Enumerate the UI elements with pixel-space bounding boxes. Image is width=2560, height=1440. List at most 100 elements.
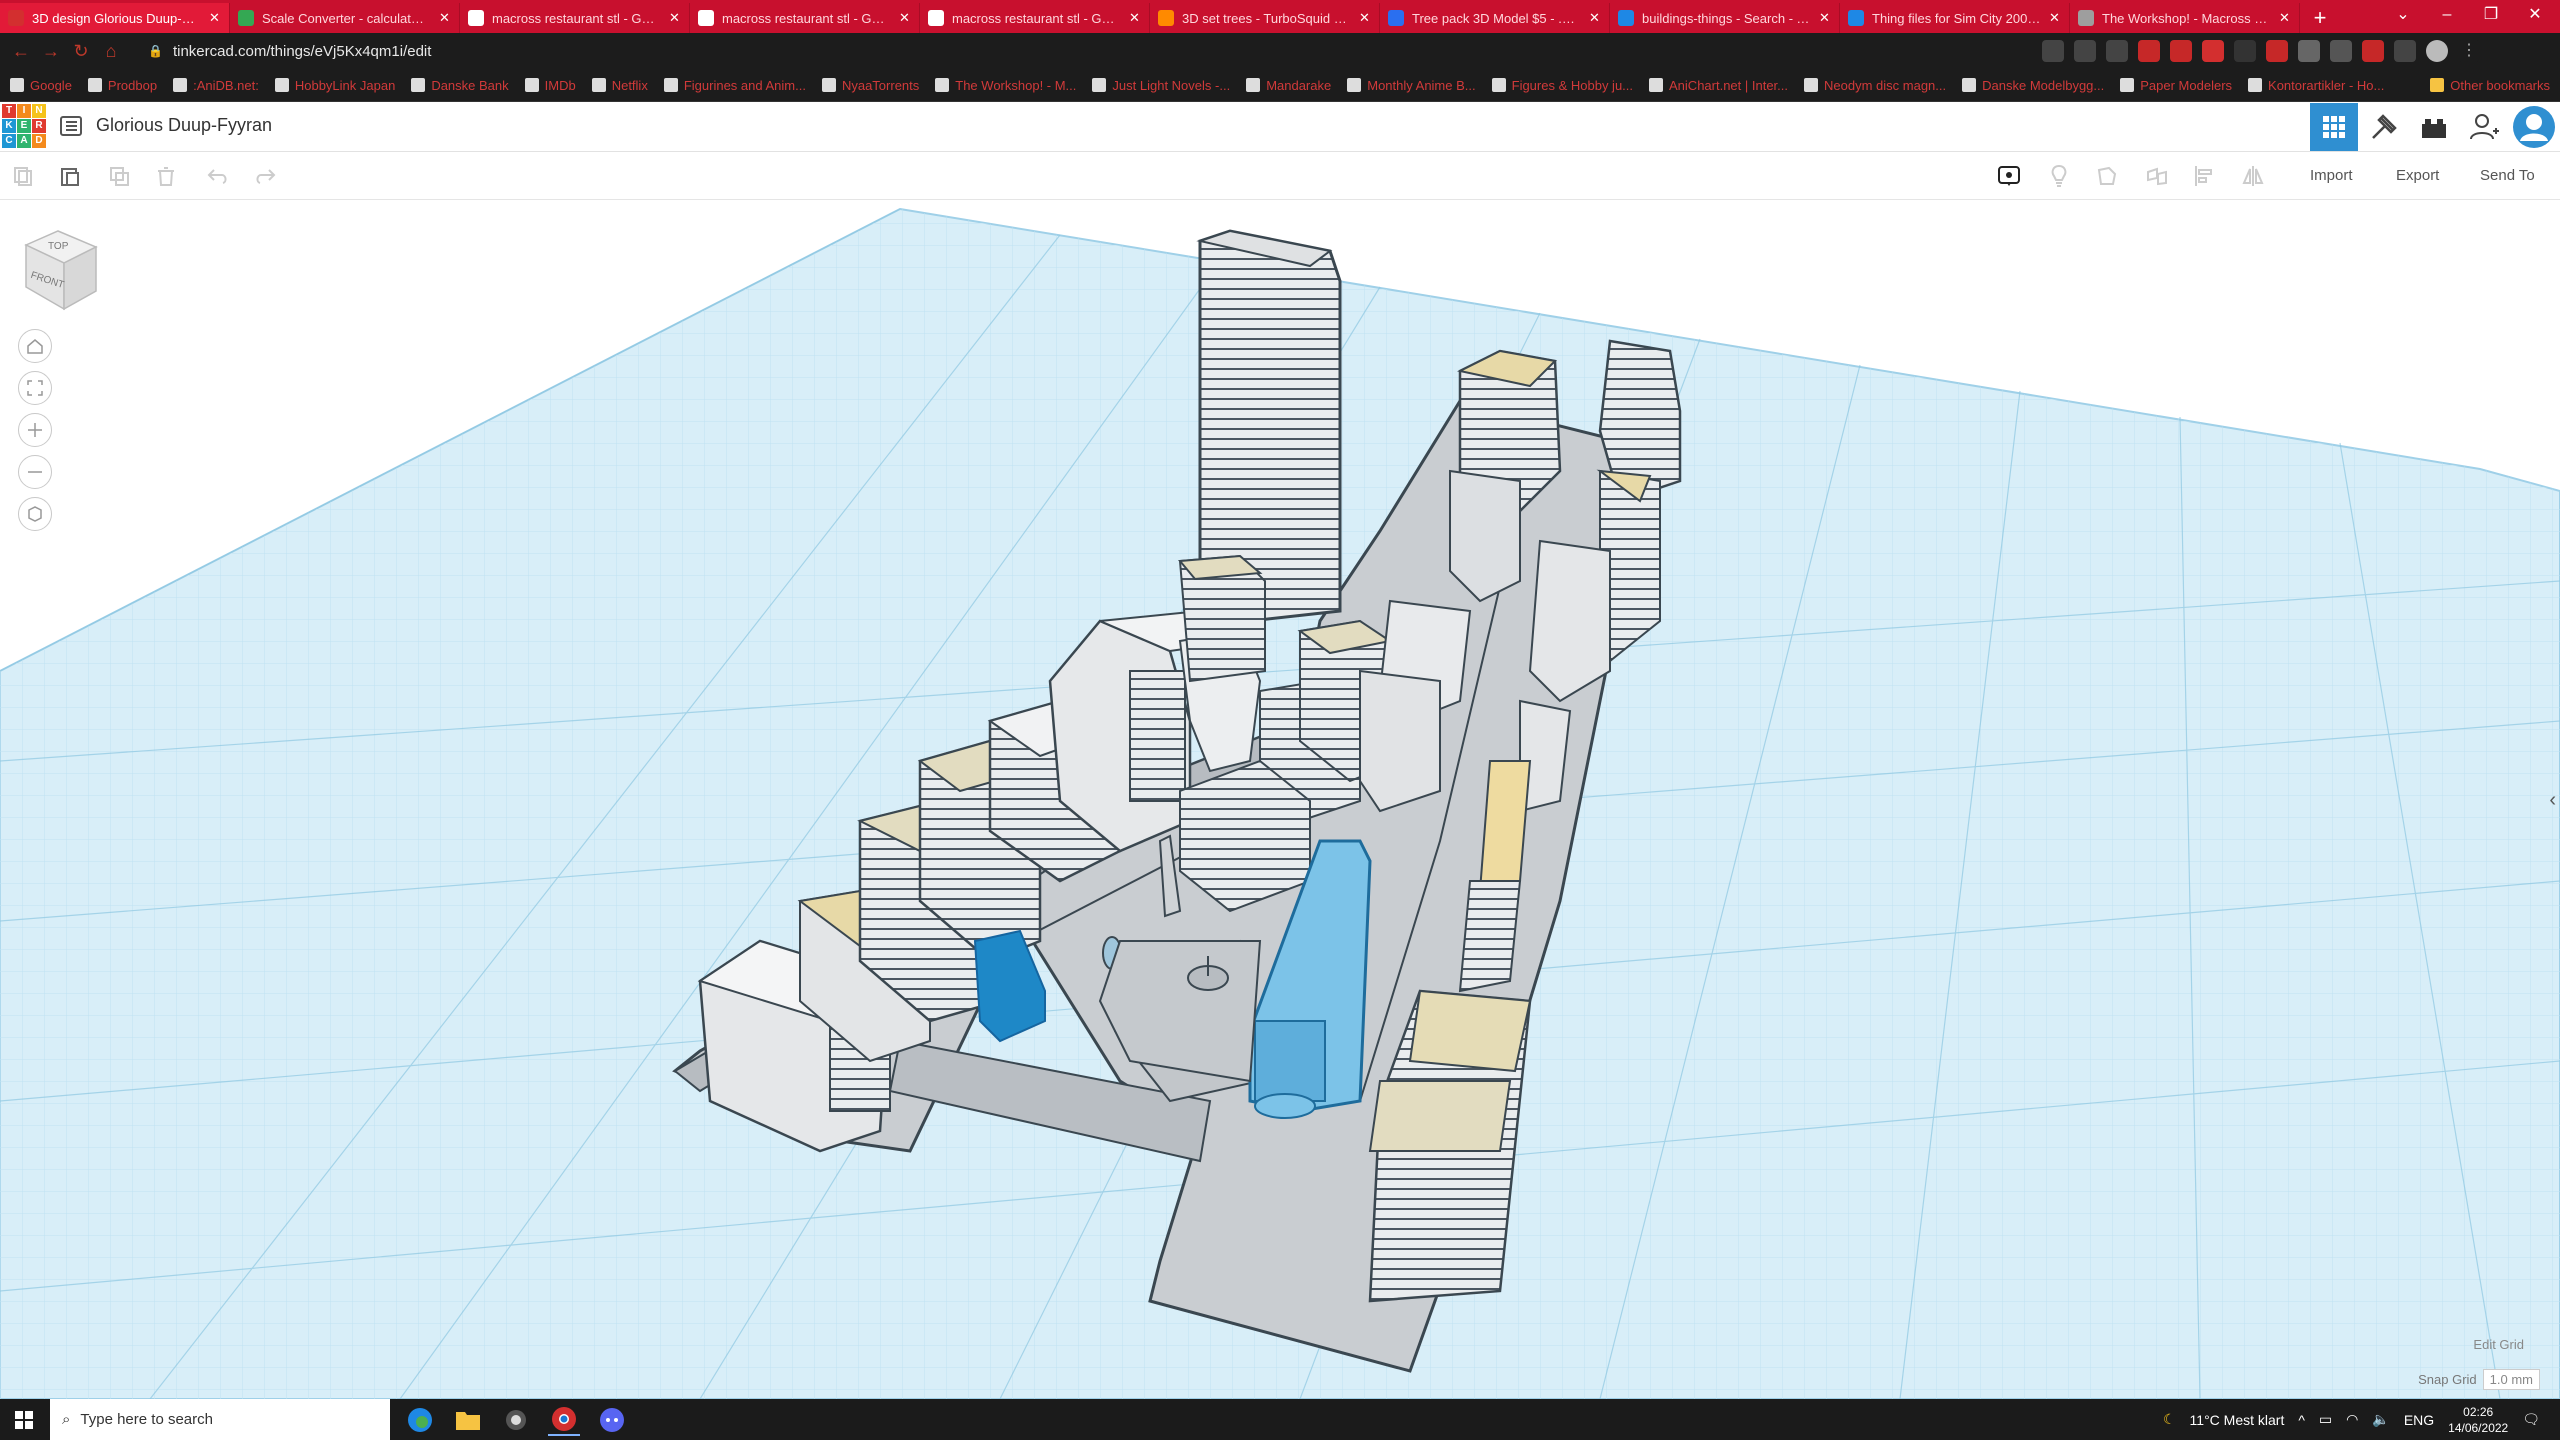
build-hammer-icon[interactable] <box>2360 103 2408 151</box>
grid-view-icon[interactable] <box>2310 103 2358 151</box>
design-menu-icon[interactable] <box>60 116 82 141</box>
copy-icon[interactable] <box>8 162 38 190</box>
bookmark-item[interactable]: :AniDB.net: <box>173 78 259 93</box>
bookmark-item[interactable]: Netflix <box>591 78 648 93</box>
url-field[interactable]: 🔒 tinkercad.com/things/eVj5Kx4qm1i/edit <box>138 37 2018 65</box>
forward-icon[interactable]: → <box>36 41 66 62</box>
send-to-button[interactable]: Send To <box>2470 162 2545 190</box>
weather-text[interactable]: 11°C Mest klart <box>2190 1412 2285 1428</box>
workplane-viewport[interactable]: TOP FRONT ‹ Edit Grid Snap Grid 1.0 mm <box>0 201 2560 1399</box>
mirror-icon[interactable] <box>2238 162 2268 190</box>
add-user-icon[interactable] <box>2460 103 2508 151</box>
notifications-icon[interactable]: 🗨 <box>2522 1411 2540 1428</box>
profile-avatar[interactable] <box>2426 40 2448 62</box>
tab-search-icon[interactable]: ⌄ <box>2380 0 2426 33</box>
browser-tab[interactable]: macross restaurant stl - Google ✕ <box>460 3 690 33</box>
redo-icon[interactable] <box>250 162 280 190</box>
tab-close-icon[interactable]: ✕ <box>1819 10 1831 26</box>
volume-icon[interactable]: 🔈 <box>2372 1411 2389 1428</box>
paste-icon[interactable] <box>55 162 85 190</box>
bookmark-item[interactable]: Kontorartikler - Ho... <box>2248 78 2384 93</box>
bookmark-item[interactable]: Monthly Anime B... <box>1347 78 1476 93</box>
share-icon[interactable] <box>2074 40 2096 62</box>
light-bulb-icon[interactable] <box>2044 162 2074 190</box>
weather-moon-icon[interactable]: ☾ <box>2163 1411 2176 1428</box>
fit-view-icon[interactable] <box>18 371 52 405</box>
design-title[interactable]: Glorious Duup-Fyyran <box>96 115 272 136</box>
delete-icon[interactable] <box>151 162 181 190</box>
tab-close-icon[interactable]: ✕ <box>1359 10 1371 26</box>
clock[interactable]: 02:26 14/06/2022 <box>2448 1404 2508 1436</box>
bookmark-item[interactable]: AniChart.net | Inter... <box>1649 78 1788 93</box>
extension-icon[interactable] <box>2234 40 2256 62</box>
export-button[interactable]: Export <box>2386 162 2449 190</box>
browser-tab[interactable]: macross restaurant stl - Google ✕ <box>690 3 920 33</box>
browser-tab[interactable]: The Workshop! - Macross Wor ✕ <box>2070 3 2300 33</box>
restore-button[interactable]: ❐ <box>2468 0 2514 33</box>
zoom-out-icon[interactable] <box>18 455 52 489</box>
tab-close-icon[interactable]: ✕ <box>1129 10 1141 26</box>
bookmark-item[interactable]: Danske Modelbygg... <box>1962 78 2104 93</box>
user-avatar[interactable] <box>2510 103 2558 151</box>
tinkercad-logo[interactable]: TIN KER CAD <box>2 104 46 148</box>
browser-tab[interactable]: Tree pack 3D Model $5 - .blend ✕ <box>1380 3 1610 33</box>
browser-tab[interactable]: 3D set trees - TurboSquid 149 ✕ <box>1150 3 1380 33</box>
duplicate-icon[interactable] <box>104 162 134 190</box>
file-explorer-icon[interactable] <box>452 1404 484 1436</box>
sidebar-icon[interactable] <box>2394 40 2416 62</box>
edit-grid-button[interactable]: Edit Grid <box>2473 1337 2524 1352</box>
snap-grid-select[interactable]: 1.0 mm <box>2482 1369 2540 1390</box>
extension-icon[interactable] <box>2170 40 2192 62</box>
extension-icon[interactable] <box>2266 40 2288 62</box>
browser-tab[interactable]: buildings-things - Search - Thi ✕ <box>1610 3 1840 33</box>
network-icon[interactable]: ▭ <box>2319 1411 2332 1428</box>
minimize-button[interactable]: – <box>2424 0 2470 33</box>
bookmark-item[interactable]: Mandarake <box>1246 78 1331 93</box>
tab-close-icon[interactable]: ✕ <box>899 10 911 26</box>
home-view-icon[interactable] <box>18 329 52 363</box>
import-button[interactable]: Import <box>2300 162 2363 190</box>
extension-icon[interactable] <box>2298 40 2320 62</box>
edge-icon[interactable] <box>404 1404 436 1436</box>
close-window-button[interactable]: ✕ <box>2512 0 2558 33</box>
notes-icon[interactable] <box>1994 162 2024 190</box>
home-icon[interactable]: ⌂ <box>96 41 126 62</box>
reload-icon[interactable]: ↻ <box>66 41 96 62</box>
extension-icon[interactable] <box>2138 40 2160 62</box>
collapse-panel-icon[interactable]: ‹ <box>2549 789 2556 812</box>
wifi-icon[interactable]: ◠ <box>2346 1411 2358 1428</box>
workplane-scene[interactable] <box>0 201 2560 1399</box>
ungroup-icon[interactable] <box>2142 162 2172 190</box>
start-windows-icon[interactable] <box>8 1404 40 1436</box>
tab-close-icon[interactable]: ✕ <box>209 10 221 26</box>
bookmark-item[interactable]: Neodym disc magn... <box>1804 78 1946 93</box>
bookmark-item[interactable]: Google <box>10 78 72 93</box>
tab-close-icon[interactable]: ✕ <box>2049 10 2061 26</box>
other-bookmarks-folder[interactable]: Other bookmarks <box>2430 78 2550 93</box>
bookmark-item[interactable]: The Workshop! - M... <box>935 78 1076 93</box>
app-icon[interactable] <box>500 1404 532 1436</box>
bookmark-item[interactable]: IMDb <box>524 78 576 93</box>
adblock-icon[interactable] <box>2202 40 2224 62</box>
perspective-icon[interactable] <box>18 497 52 531</box>
group-icon[interactable] <box>2092 162 2122 190</box>
tab-close-icon[interactable]: ✕ <box>669 10 681 26</box>
chrome-icon[interactable] <box>548 1404 580 1436</box>
tab-close-icon[interactable]: ✕ <box>1589 10 1601 26</box>
undo-icon[interactable] <box>203 162 233 190</box>
bookmark-item[interactable]: Danske Bank <box>411 78 509 93</box>
puzzle-icon[interactable] <box>2362 40 2384 62</box>
bookmark-item[interactable]: Prodbop <box>87 78 157 93</box>
tray-chevron-icon[interactable]: ^ <box>2298 1412 2305 1428</box>
bookmark-item[interactable]: Just Light Novels -... <box>1092 78 1230 93</box>
tab-close-icon[interactable]: ✕ <box>2279 10 2291 26</box>
new-tab-button[interactable]: + <box>2300 3 2340 33</box>
back-icon[interactable]: ← <box>6 41 36 62</box>
view-cube[interactable]: TOP FRONT <box>20 223 100 313</box>
install-icon[interactable] <box>2042 40 2064 62</box>
taskbar-search-box[interactable]: ⌕ Type here to search <box>50 1399 390 1440</box>
extension-icon[interactable] <box>2330 40 2352 62</box>
language-indicator[interactable]: ENG <box>2404 1412 2434 1428</box>
bookmark-item[interactable]: NyaaTorrents <box>821 78 919 93</box>
bookmark-item[interactable]: Figures & Hobby ju... <box>1491 78 1633 93</box>
